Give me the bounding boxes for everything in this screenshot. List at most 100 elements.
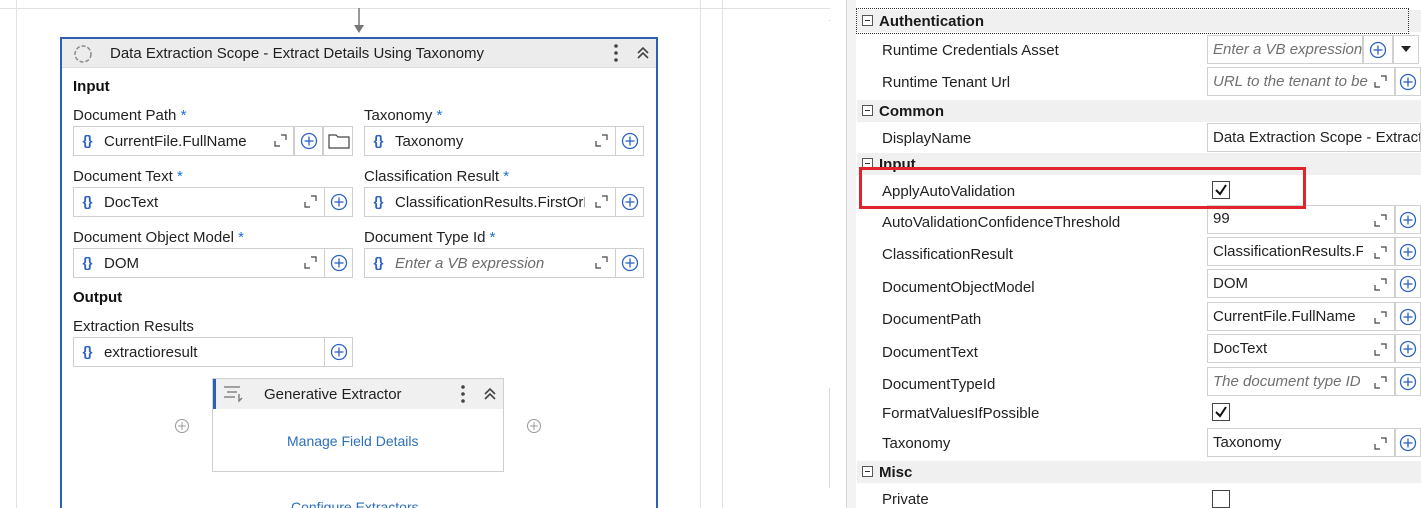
expand-editor-icon[interactable] <box>595 134 608 147</box>
document-object-model-add-button[interactable] <box>1395 269 1421 298</box>
document-type-id-field[interactable]: {} Enter a VB expression <box>364 248 616 278</box>
prop-display-name: DisplayName Data Extraction Scope - Extr… <box>857 123 1421 153</box>
category-label: Common <box>879 103 944 120</box>
expand-editor-icon[interactable] <box>304 256 317 269</box>
document-path-add-button[interactable] <box>294 126 323 156</box>
expand-editor-icon[interactable] <box>274 134 287 147</box>
plus-circle-icon <box>1399 308 1417 326</box>
plus-circle-icon <box>330 193 348 211</box>
classification-result-field[interactable]: {} ClassificationResults.FirstOrD <box>364 187 616 217</box>
document-path-add-button[interactable] <box>1395 302 1421 331</box>
document-type-id-label: Document Type Id * <box>364 229 496 246</box>
scope-title: Data Extraction Scope - Extract Details … <box>110 45 485 62</box>
document-text-add-button[interactable] <box>1395 334 1421 363</box>
prop-document-type-id: DocumentTypeId The document type ID <box>857 367 1421 398</box>
classification-result-label: Classification Result * <box>364 168 510 185</box>
scope-header[interactable]: Data Extraction Scope - Extract Details … <box>62 39 656 68</box>
generative-extractor-title: Generative Extractor <box>264 386 402 403</box>
expand-editor-icon[interactable] <box>595 256 608 269</box>
extraction-results-value: extractioresult <box>104 344 198 361</box>
properties-panel: Authentication Runtime Credentials Asset… <box>846 0 1421 508</box>
expression-brace-icon: {} <box>373 193 384 209</box>
prop-name: DisplayName <box>882 130 972 147</box>
expand-editor-icon[interactable] <box>1374 376 1387 389</box>
insert-activity-right-icon[interactable] <box>526 418 542 434</box>
document-text-add-button[interactable] <box>324 187 353 217</box>
expand-editor-icon[interactable] <box>1374 311 1387 324</box>
runtime-tenant-url-input[interactable]: URL to the tenant to be <box>1207 67 1395 96</box>
category-common[interactable]: Common <box>857 100 1421 122</box>
plus-circle-icon <box>1399 434 1417 452</box>
canvas-gridline <box>16 0 17 508</box>
collapse-toggle-icon[interactable] <box>862 466 873 477</box>
taxonomy-add-button[interactable] <box>1395 428 1421 457</box>
expand-editor-icon[interactable] <box>304 195 317 208</box>
collapse-icon[interactable] <box>636 46 650 60</box>
collapse-toggle-icon[interactable] <box>862 105 873 116</box>
runtime-credentials-asset-input[interactable]: Enter a VB expression <box>1207 35 1363 64</box>
generative-extractor-header[interactable]: Generative Extractor <box>213 379 503 409</box>
display-name-input[interactable]: Data Extraction Scope - Extract <box>1207 123 1421 152</box>
connector-arrow-icon <box>354 8 364 33</box>
document-type-id-input[interactable]: The document type ID <box>1207 367 1395 396</box>
category-misc[interactable]: Misc <box>857 461 1421 483</box>
category-label: Misc <box>879 464 913 481</box>
manage-field-details-link[interactable]: Manage Field Details <box>287 433 419 449</box>
document-object-model-input[interactable]: DOM <box>1207 269 1395 298</box>
document-path-field[interactable]: {} CurrentFile.FullName <box>73 126 294 156</box>
scroll-up-icon[interactable] <box>828 12 830 24</box>
classification-result-input[interactable]: ClassificationResults.Fi <box>1207 237 1395 266</box>
document-path-label: Document Path * <box>73 107 187 124</box>
classification-result-add-button[interactable] <box>615 187 644 217</box>
plus-circle-icon <box>1399 211 1417 229</box>
expand-editor-icon[interactable] <box>595 195 608 208</box>
expand-editor-icon[interactable] <box>1374 75 1387 88</box>
document-path-value: CurrentFile.FullName <box>104 133 247 150</box>
classification-result-add-button[interactable] <box>1395 237 1421 266</box>
document-path-input[interactable]: CurrentFile.FullName <box>1207 302 1395 331</box>
generative-extractor-activity[interactable]: Generative Extractor Manage Field Detail… <box>212 378 504 472</box>
taxonomy-add-button[interactable] <box>615 126 644 156</box>
expand-editor-icon[interactable] <box>1374 214 1387 227</box>
expand-editor-icon[interactable] <box>1374 437 1387 450</box>
browse-folder-button[interactable] <box>323 126 353 156</box>
properties-gutter <box>847 0 856 508</box>
taxonomy-input[interactable]: Taxonomy <box>1207 428 1395 457</box>
extraction-results-field[interactable]: {} extractioresult <box>73 337 325 367</box>
runtime-credentials-asset-add-button[interactable] <box>1363 35 1393 64</box>
designer-scrollbar-thumb[interactable] <box>829 388 830 488</box>
extraction-results-label: Extraction Results <box>73 318 194 335</box>
configure-extractors-link[interactable]: Configure Extractors <box>291 499 419 508</box>
activity-spinner-icon <box>74 45 92 63</box>
plus-circle-icon <box>621 193 639 211</box>
expand-editor-icon[interactable] <box>1374 343 1387 356</box>
plus-circle-icon <box>1399 73 1417 91</box>
plus-circle-icon <box>621 132 639 150</box>
document-object-model-add-button[interactable] <box>324 248 353 278</box>
document-type-id-add-button[interactable] <box>615 248 644 278</box>
extraction-results-add-button[interactable] <box>324 337 353 367</box>
runtime-tenant-url-add-button[interactable] <box>1395 67 1421 96</box>
collapse-icon[interactable] <box>483 387 497 401</box>
expand-editor-icon[interactable] <box>1374 246 1387 259</box>
private-checkbox[interactable] <box>1212 490 1230 508</box>
output-section-title: Output <box>73 289 123 306</box>
more-options-icon[interactable] <box>459 384 467 404</box>
insert-activity-left-icon[interactable] <box>174 418 190 434</box>
document-text-input[interactable]: DocText <box>1207 334 1395 363</box>
format-values-checkbox[interactable] <box>1212 403 1230 421</box>
auto-validation-threshold-add-button[interactable] <box>1395 205 1421 234</box>
prop-document-object-model: DocumentObjectModel DOM <box>857 269 1421 300</box>
workflow-designer-canvas[interactable]: Data Extraction Scope - Extract Details … <box>0 0 830 508</box>
document-text-field[interactable]: {} DocText <box>73 187 325 217</box>
runtime-credentials-dropdown[interactable] <box>1393 35 1419 64</box>
taxonomy-field[interactable]: {} Taxonomy <box>364 126 616 156</box>
document-type-id-add-button[interactable] <box>1395 367 1421 396</box>
more-options-icon[interactable] <box>612 43 620 63</box>
document-object-model-value: DOM <box>104 255 139 272</box>
auto-validation-threshold-input[interactable]: 99 <box>1207 205 1395 234</box>
prop-runtime-tenant-url: Runtime Tenant Url URL to the tenant to … <box>857 67 1421 99</box>
document-object-model-field[interactable]: {} DOM <box>73 248 325 278</box>
canvas-gridline <box>700 0 701 508</box>
expand-editor-icon[interactable] <box>1374 278 1387 291</box>
